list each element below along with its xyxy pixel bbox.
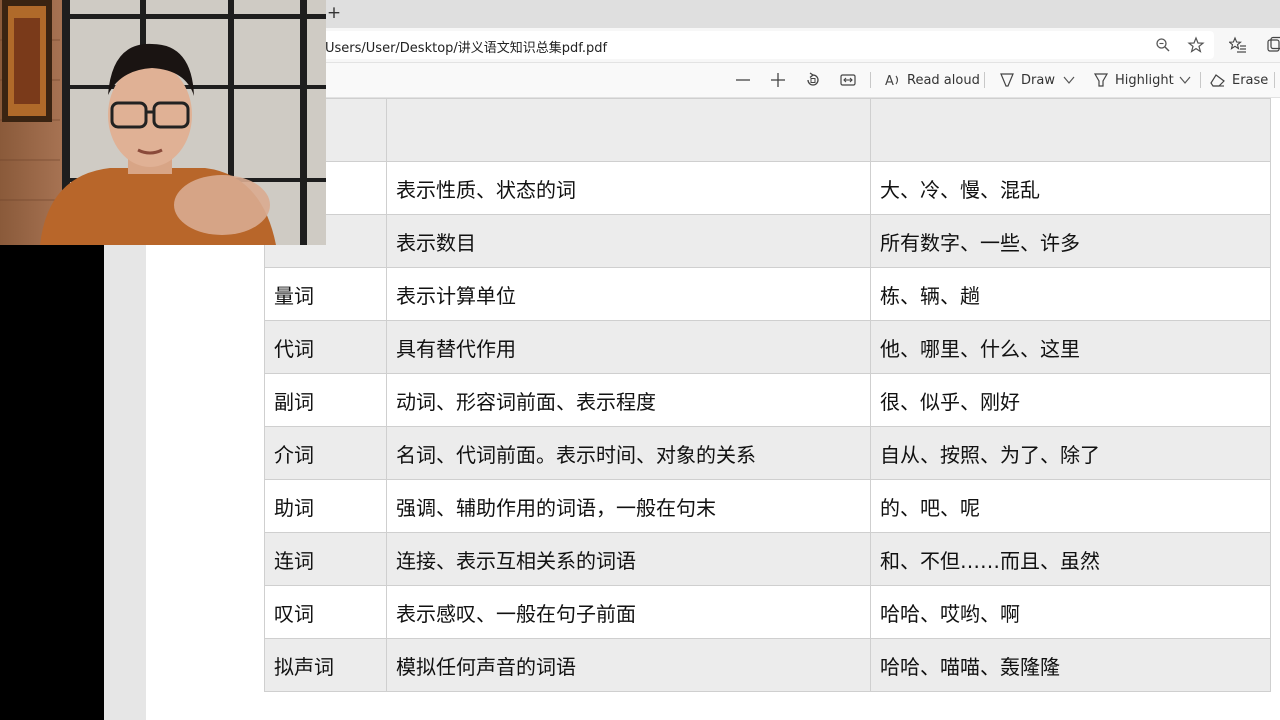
read-aloud-icon: A xyxy=(885,74,899,88)
pos-meaning-cell: 表示数目 xyxy=(386,214,871,268)
pos-meaning-cell: 动词、形容词前面、表示程度 xyxy=(386,373,871,427)
presenter-webcam-feed xyxy=(0,0,326,245)
pos-meaning-cell: 模拟任何声音的词语 xyxy=(386,638,871,692)
rotate-icon[interactable] xyxy=(804,71,822,89)
new-tab-button[interactable]: + xyxy=(326,3,342,23)
erase-icon xyxy=(1210,74,1225,87)
zoom-in-icon[interactable] xyxy=(769,71,787,89)
table-row: 表示数目 所有数字、一些、许多 xyxy=(264,214,1271,268)
collections-icon[interactable] xyxy=(1266,36,1280,54)
toolbar-separator xyxy=(870,72,871,88)
pos-term-cell: 拟声词 xyxy=(264,638,387,692)
pos-examples-cell: 的、吧、呢 xyxy=(870,479,1271,533)
pos-meaning-cell: 表示计算单位 xyxy=(386,267,871,321)
pos-examples-cell: 哈哈、哎哟、啊 xyxy=(870,585,1271,639)
pos-term-cell: 叹词 xyxy=(264,585,387,639)
table-header-row xyxy=(264,98,1271,162)
pos-term-cell: 量词 xyxy=(264,267,387,321)
pos-examples-cell: 很、似乎、刚好 xyxy=(870,373,1271,427)
favorites-list-icon[interactable] xyxy=(1228,36,1247,54)
table-row: 助词 强调、辅助作用的词语，一般在句末 的、吧、呢 xyxy=(264,479,1271,533)
pos-term-cell: 助词 xyxy=(264,479,387,533)
pos-examples-cell: 栋、辆、趟 xyxy=(870,267,1271,321)
pos-meaning-cell: 名词、代词前面。表示时间、对象的关系 xyxy=(386,426,871,480)
read-aloud-button[interactable]: A Read aloud xyxy=(885,69,980,91)
draw-icon xyxy=(1000,73,1014,87)
pos-meaning-cell: 连接、表示互相关系的词语 xyxy=(386,532,871,586)
chevron-down-icon[interactable] xyxy=(1178,72,1196,90)
pos-examples-cell: 和、不但……而且、虽然 xyxy=(870,532,1271,586)
draw-button[interactable]: Draw xyxy=(999,69,1055,91)
pos-meaning-cell: 表示性质、状态的词 xyxy=(386,161,871,215)
pos-examples-cell: 自从、按照、为了、除了 xyxy=(870,426,1271,480)
table-row: 表示性质、状态的词 大、冷、慢、混乱 xyxy=(264,161,1271,215)
read-aloud-label: Read aloud xyxy=(907,72,980,88)
favorite-star-icon[interactable] xyxy=(1187,36,1205,54)
pos-meaning-cell: 具有替代作用 xyxy=(386,320,871,374)
pos-term-cell: 副词 xyxy=(264,373,387,427)
pos-term-cell: 连词 xyxy=(264,532,387,586)
erase-label: Erase xyxy=(1232,72,1269,88)
draw-label: Draw xyxy=(1021,72,1055,88)
svg-text:A: A xyxy=(885,74,894,88)
toolbar-separator xyxy=(984,72,985,88)
pos-examples-cell: 他、哪里、什么、这里 xyxy=(870,320,1271,374)
screen: + Users/User/Desktop/讲义语文知识总集pdf.pdf A R… xyxy=(0,0,1280,720)
pos-examples-cell: 所有数字、一些、许多 xyxy=(870,214,1271,268)
address-url-text[interactable]: Users/User/Desktop/讲义语文知识总集pdf.pdf xyxy=(325,37,607,56)
table-row: 代词 具有替代作用 他、哪里、什么、这里 xyxy=(264,320,1271,374)
chevron-down-icon[interactable] xyxy=(1062,72,1080,90)
pos-term-cell: 介词 xyxy=(264,426,387,480)
table-row: 副词 动词、形容词前面、表示程度 很、似乎、刚好 xyxy=(264,373,1271,427)
pos-meaning-cell xyxy=(386,98,871,162)
table-row: 叹词 表示感叹、一般在句子前面 哈哈、哎哟、啊 xyxy=(264,585,1271,639)
pos-term-cell: 代词 xyxy=(264,320,387,374)
highlight-label: Highlight xyxy=(1115,72,1174,88)
table-row: 拟声词 模拟任何声音的词语 哈哈、喵喵、轰隆隆 xyxy=(264,638,1271,692)
pos-examples-cell: 哈哈、喵喵、轰隆隆 xyxy=(870,638,1271,692)
pos-meaning-cell: 表示感叹、一般在句子前面 xyxy=(386,585,871,639)
toolbar-separator xyxy=(1274,72,1275,88)
pos-examples-cell: 大、冷、慢、混乱 xyxy=(870,161,1271,215)
zoom-out-icon[interactable] xyxy=(734,71,752,89)
highlight-icon xyxy=(1093,73,1109,87)
fit-page-icon[interactable] xyxy=(839,71,857,89)
parts-of-speech-table: 表示性质、状态的词 大、冷、慢、混乱 表示数目 所有数字、一些、许多 量词 表示计算单位栋… xyxy=(264,98,1271,692)
pos-meaning-cell: 强调、辅助作用的词语，一般在句末 xyxy=(386,479,871,533)
table-row: 介词 名词、代词前面。表示时间、对象的关系 自从、按照、为了、除了 xyxy=(264,426,1271,480)
table-row: 连词 连接、表示互相关系的词语 和、不但……而且、虽然 xyxy=(264,532,1271,586)
zoom-icon[interactable] xyxy=(1154,36,1172,54)
wall-painting xyxy=(2,0,52,122)
highlight-button[interactable]: Highlight xyxy=(1093,69,1174,91)
pos-examples-cell xyxy=(870,98,1271,162)
table-row: 量词 表示计算单位 栋、辆、趟 xyxy=(264,267,1271,321)
erase-button[interactable]: Erase xyxy=(1210,69,1268,91)
toolbar-separator xyxy=(1200,72,1201,88)
